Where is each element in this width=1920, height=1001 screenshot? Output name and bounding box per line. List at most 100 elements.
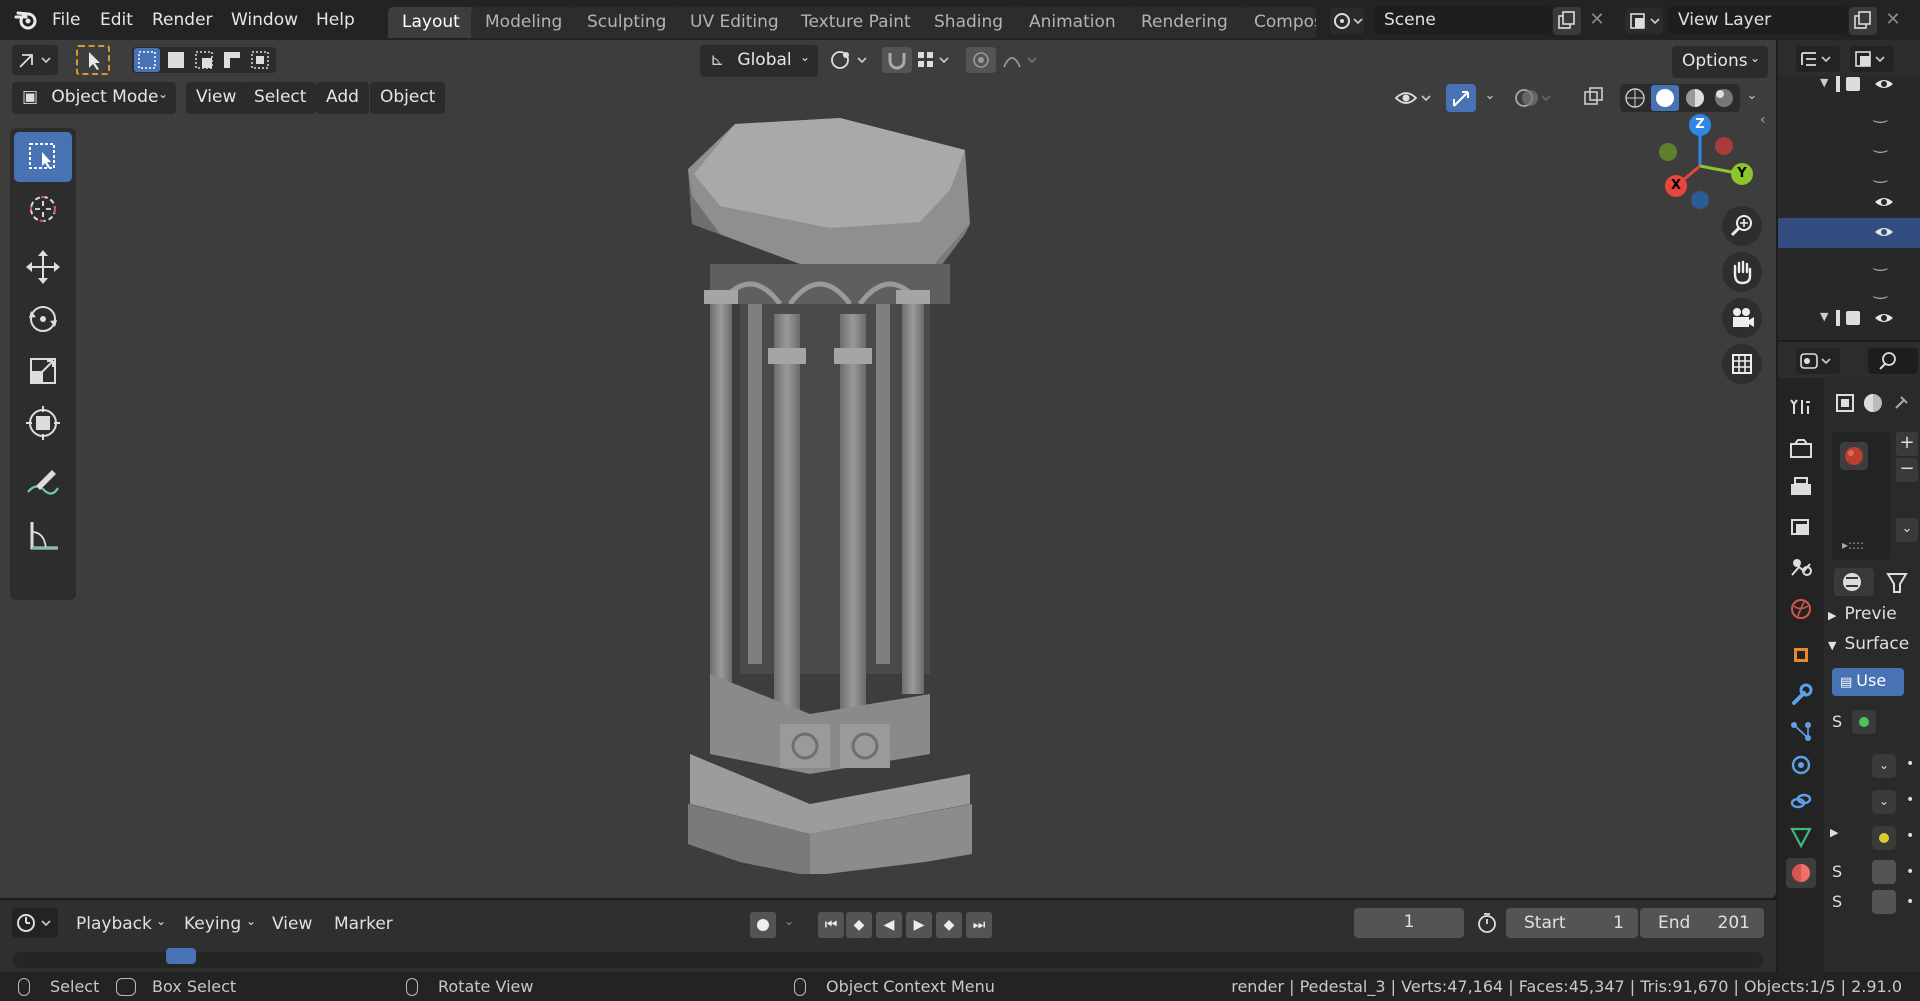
slot-menu-button[interactable]: ⌄: [1896, 518, 1918, 542]
data-tab-icon[interactable]: [1786, 822, 1816, 852]
overlays-icon[interactable]: [1512, 84, 1558, 112]
surface-socket-icon[interactable]: [1852, 710, 1876, 734]
chevron-down-icon[interactable]: ⌄: [1872, 754, 1896, 778]
current-frame-field[interactable]: 1: [1354, 908, 1464, 938]
outliner-display-icon[interactable]: [1796, 46, 1840, 72]
node-tree-icon[interactable]: [1882, 568, 1918, 596]
transform-tool[interactable]: [14, 398, 72, 448]
close-icon[interactable]: ✕: [1586, 9, 1608, 31]
snap-icon[interactable]: [882, 47, 912, 73]
proportional-edit-icon[interactable]: [966, 47, 996, 73]
chevron-down-icon[interactable]: ⌄: [1742, 88, 1762, 108]
scene-field[interactable]: Scene: [1374, 6, 1552, 34]
tab-sculpting[interactable]: Sculpting: [573, 7, 681, 38]
outliner-row[interactable]: ▼: [1778, 70, 1920, 100]
scale-tool[interactable]: [14, 346, 72, 396]
tab-texture-paint[interactable]: Texture Paint: [787, 7, 925, 38]
play-icon[interactable]: ▶: [906, 912, 932, 938]
add-slot-button[interactable]: +: [1896, 432, 1918, 456]
eye-closed-icon[interactable]: ‿: [1874, 252, 1887, 271]
snap-target-icon[interactable]: [914, 47, 956, 73]
eye-icon[interactable]: [1874, 194, 1894, 210]
view-menu[interactable]: View: [186, 82, 247, 114]
falloff-icon[interactable]: [1000, 47, 1046, 73]
object-data-icon[interactable]: [1834, 392, 1856, 414]
measure-tool[interactable]: [14, 510, 72, 560]
playhead[interactable]: [166, 948, 196, 964]
timeline-scrubber[interactable]: [12, 948, 1764, 968]
outliner-row[interactable]: ‿: [1778, 160, 1920, 190]
object-tab-icon[interactable]: [1786, 640, 1816, 670]
menu-help[interactable]: Help: [316, 10, 355, 30]
end-frame-field[interactable]: End 201: [1640, 908, 1764, 938]
color-socket-icon[interactable]: [1872, 826, 1896, 850]
3d-viewport[interactable]: ⊾ Global ⌄ Options ⌄ ▣ Object Mode ⌄ Vie…: [0, 40, 1776, 898]
outliner-row[interactable]: ‿: [1778, 100, 1920, 130]
keying-menu[interactable]: Keying ⌄: [176, 910, 262, 940]
options-dropdown[interactable]: Options ⌄: [1672, 46, 1768, 78]
material-browse-icon[interactable]: [1834, 568, 1874, 596]
tab-compositing[interactable]: Compos: [1240, 7, 1316, 38]
gizmo-toggle-icon[interactable]: [1446, 84, 1476, 112]
tab-modeling[interactable]: Modeling: [471, 7, 577, 38]
zoom-icon[interactable]: [1722, 206, 1762, 246]
select-mode-icon[interactable]: [76, 45, 110, 75]
blender-logo-icon[interactable]: [14, 9, 38, 31]
close-icon[interactable]: ✕: [1882, 9, 1904, 31]
view-layer-field[interactable]: View Layer: [1668, 6, 1848, 34]
new-view-layer-icon[interactable]: [1849, 7, 1877, 35]
tab-uv-editing[interactable]: UV Editing: [676, 7, 793, 38]
hand-icon[interactable]: [1722, 252, 1762, 292]
scene-tab-icon[interactable]: [1786, 552, 1816, 582]
render-tab-icon[interactable]: [1786, 434, 1816, 464]
world-tab-icon[interactable]: [1786, 594, 1816, 624]
tab-layout[interactable]: Layout: [388, 7, 474, 38]
physics-tab-icon[interactable]: [1786, 750, 1816, 780]
eye-icon[interactable]: [1874, 76, 1894, 92]
value-slider[interactable]: [1872, 860, 1896, 884]
outliner[interactable]: ▼ ‿ ‿ ‿ ‿ ‿ ▼: [1778, 40, 1920, 340]
view-layer-tab-icon[interactable]: [1786, 512, 1816, 542]
timeline[interactable]: Playback ⌄ Keying ⌄ View Marker ⌄ ⏮ ◆ ◀ ▶ …: [0, 900, 1776, 972]
visibility-icon[interactable]: [1392, 84, 1438, 112]
surface-panel-header[interactable]: ▼ Surface: [1828, 634, 1920, 660]
next-keyframe-icon[interactable]: ◆: [936, 912, 962, 938]
outliner-row-selected[interactable]: [1778, 218, 1920, 248]
eye-closed-icon[interactable]: ‿: [1874, 104, 1887, 123]
chevron-down-icon[interactable]: ⌄: [1480, 88, 1500, 108]
tab-shading[interactable]: Shading: [920, 7, 1018, 38]
scene-icon[interactable]: [1330, 8, 1364, 34]
axis-x-label[interactable]: X: [1665, 175, 1687, 197]
start-frame-field[interactable]: Start 1: [1506, 908, 1638, 938]
preview-panel-header[interactable]: ▶ Previe: [1828, 604, 1920, 630]
outliner-row[interactable]: ‿: [1778, 248, 1920, 278]
material-slot-sphere-icon[interactable]: [1840, 442, 1868, 470]
editor-type-icon[interactable]: [12, 45, 58, 75]
axis-y-label[interactable]: Y: [1731, 163, 1753, 185]
pin-icon[interactable]: [1890, 392, 1912, 414]
add-menu[interactable]: Add: [316, 82, 369, 114]
slot-handle-icon[interactable]: ▸::::: [1842, 538, 1864, 552]
selection-mode-group[interactable]: [132, 47, 276, 73]
eye-icon[interactable]: [1874, 310, 1894, 326]
cursor-tool[interactable]: [14, 184, 72, 234]
outliner-filter-icon[interactable]: [1850, 46, 1894, 72]
mode-dropdown[interactable]: ▣ Object Mode ⌄: [12, 82, 176, 114]
eye-icon[interactable]: [1874, 224, 1894, 240]
particles-tab-icon[interactable]: [1786, 716, 1816, 746]
xray-icon[interactable]: [1580, 84, 1608, 112]
tab-animation[interactable]: Animation: [1015, 7, 1130, 38]
axis-z-label[interactable]: Z: [1689, 114, 1711, 136]
marker-menu[interactable]: Marker: [326, 910, 401, 940]
select-menu[interactable]: Select: [244, 82, 317, 114]
editor-type-icon[interactable]: [12, 908, 58, 938]
outliner-row[interactable]: ‿: [1778, 276, 1920, 306]
eye-closed-icon[interactable]: ‿: [1874, 164, 1887, 183]
checkbox-icon[interactable]: [1846, 311, 1860, 325]
chevron-left-icon[interactable]: ‹: [1760, 112, 1774, 132]
playback-menu[interactable]: Playback ⌄: [68, 910, 172, 940]
record-icon[interactable]: [750, 912, 776, 938]
menu-edit[interactable]: Edit: [100, 10, 133, 30]
grid-icon[interactable]: [1722, 344, 1762, 384]
wrench-icon[interactable]: [1786, 680, 1816, 710]
